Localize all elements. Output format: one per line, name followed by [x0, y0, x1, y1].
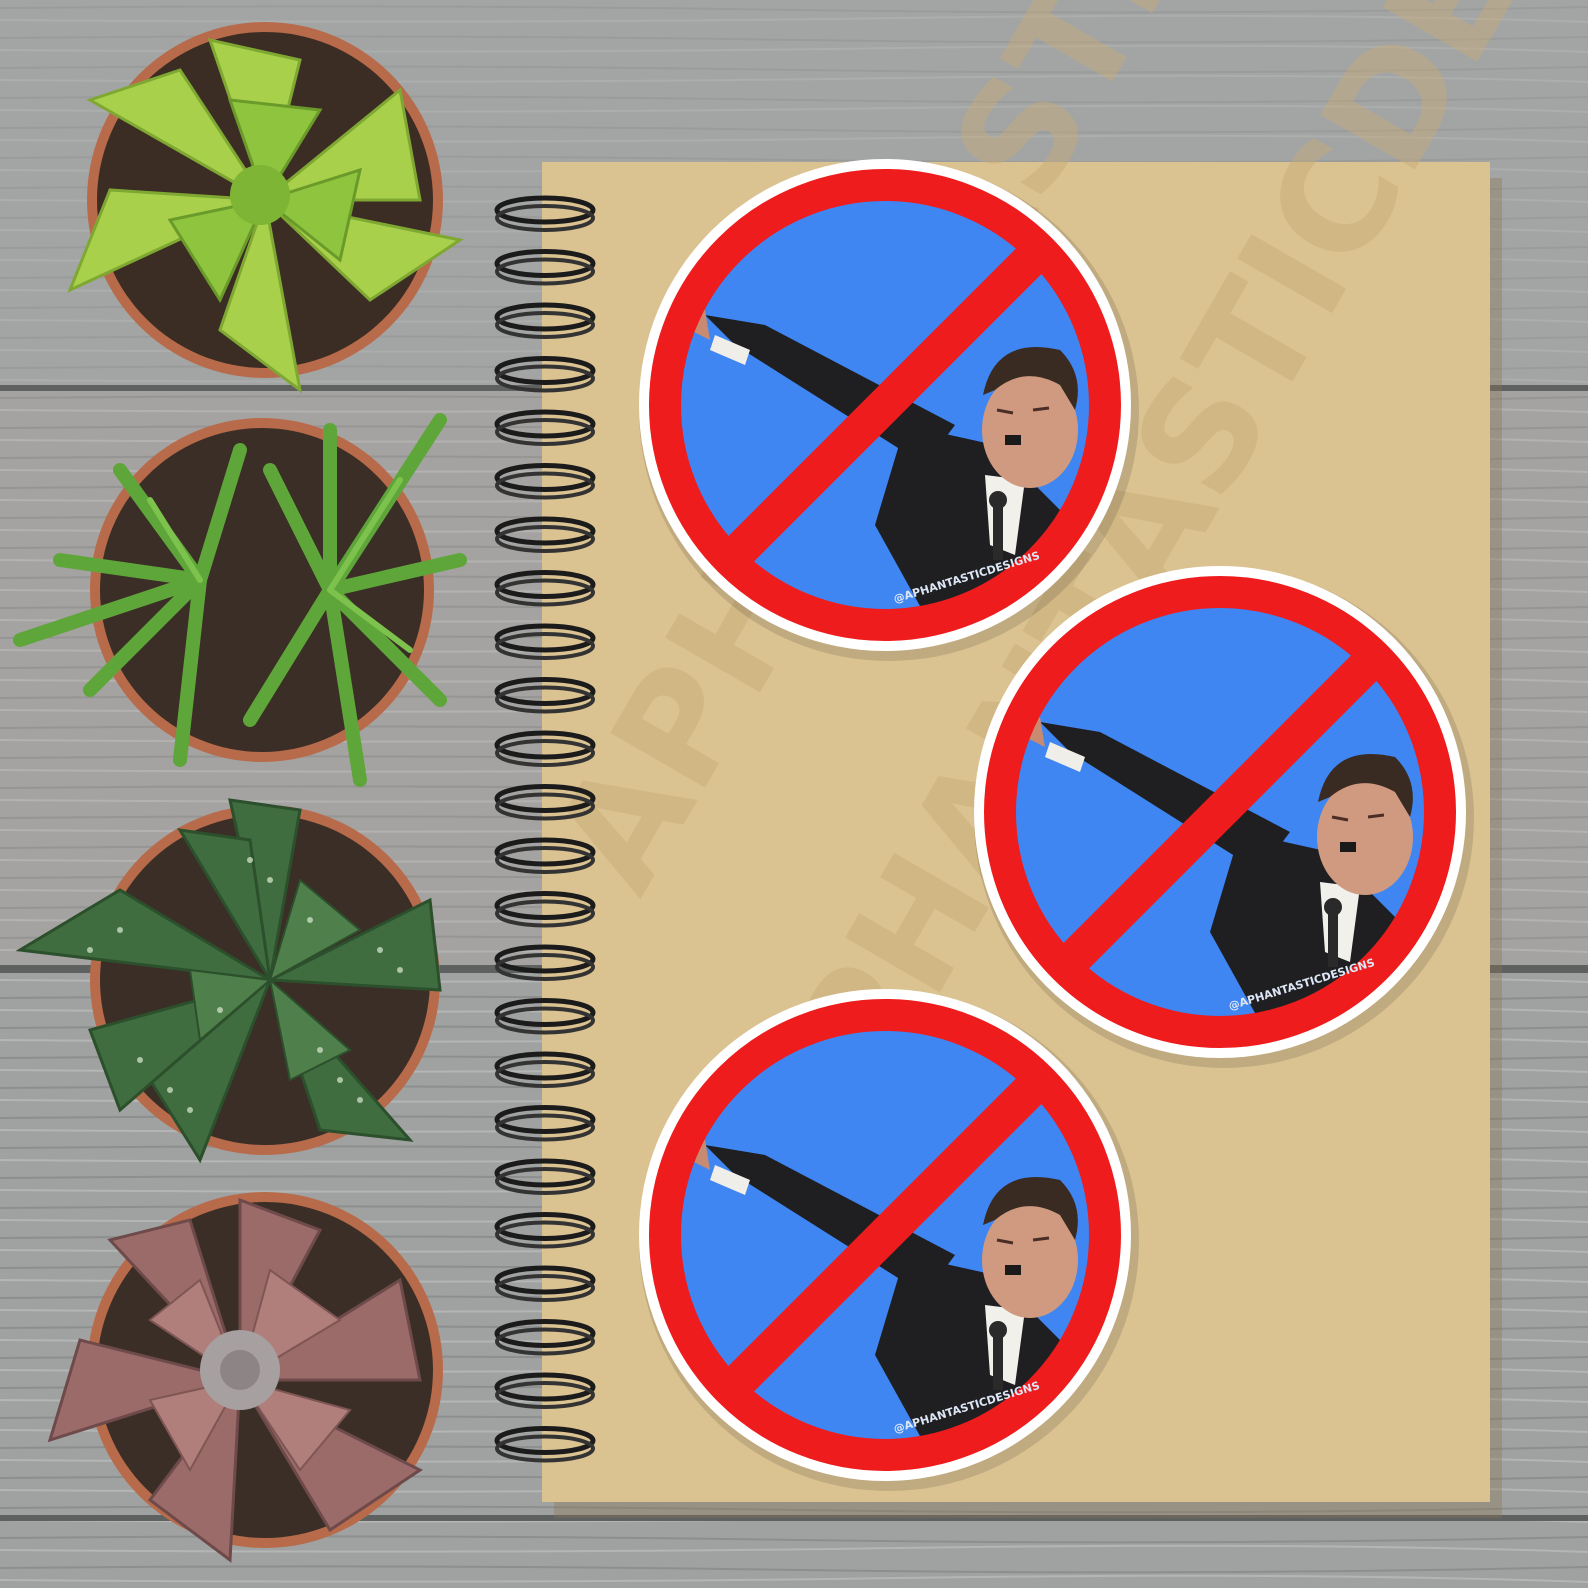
no-symbol-sticker: @APHANTASTICDESIGNS — [639, 159, 1139, 661]
no-symbol-sticker: @APHANTASTICDESIGNS — [974, 566, 1474, 1068]
no-symbol-sticker: @APHANTASTICDESIGNS — [639, 989, 1139, 1491]
product-photo: APHANTASTICDESIGNS APHANTASTICDESIGNS @A… — [0, 0, 1588, 1588]
